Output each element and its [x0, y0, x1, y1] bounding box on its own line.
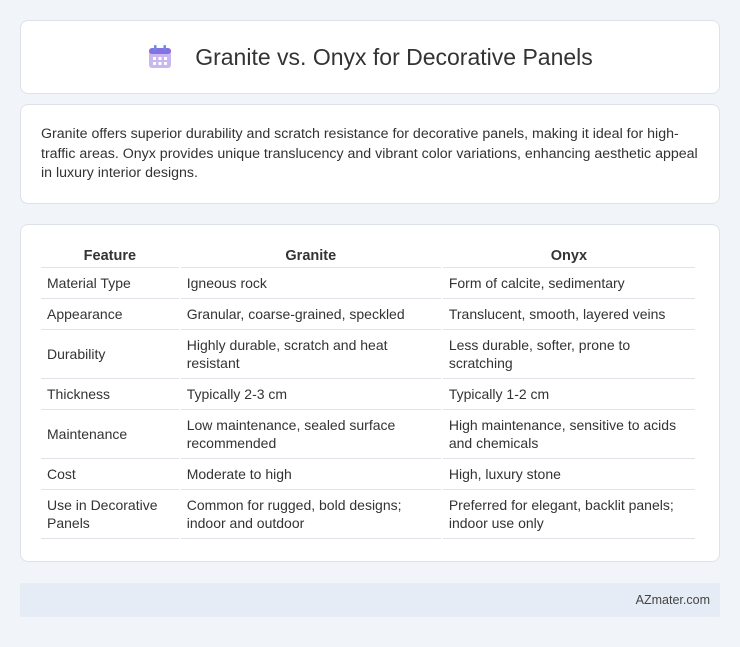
- feature-cell: Cost: [41, 459, 179, 490]
- feature-cell: Use in Decorative Panels: [41, 490, 179, 539]
- title-card: Granite vs. Onyx for Decorative Panels: [20, 20, 720, 94]
- granite-cell: Moderate to high: [180, 459, 441, 490]
- table-row: Durability Highly durable, scratch and h…: [41, 330, 695, 379]
- feature-cell: Maintenance: [41, 410, 179, 459]
- calendar-icon: [149, 45, 172, 68]
- onyx-cell: Less durable, softer, prone to scratchin…: [442, 330, 695, 379]
- feature-cell: Thickness: [41, 379, 179, 410]
- column-header: Feature: [41, 245, 179, 268]
- onyx-cell: High maintenance, sensitive to acids and…: [442, 410, 695, 459]
- column-header: Onyx: [442, 245, 695, 268]
- column-header: Granite: [180, 245, 441, 268]
- table-row: Cost Moderate to high High, luxury stone: [41, 459, 695, 490]
- table-row: Maintenance Low maintenance, sealed surf…: [41, 410, 695, 459]
- granite-cell: Common for rugged, bold designs; indoor …: [180, 490, 441, 539]
- granite-cell: Typically 2-3 cm: [180, 379, 441, 410]
- page-title: Granite vs. Onyx for Decorative Panels: [195, 43, 593, 70]
- granite-cell: Granular, coarse-grained, speckled: [180, 299, 441, 330]
- granite-cell: Low maintenance, sealed surface recommen…: [180, 410, 441, 459]
- onyx-cell: High, luxury stone: [442, 459, 695, 490]
- table-row: Material Type Igneous rock Form of calci…: [41, 268, 695, 299]
- feature-cell: Durability: [41, 330, 179, 379]
- table-header-row: Feature Granite Onyx: [41, 245, 695, 268]
- onyx-cell: Typically 1-2 cm: [442, 379, 695, 410]
- onyx-cell: Translucent, smooth, layered veins: [442, 299, 695, 330]
- footer: AZmater.com: [20, 583, 720, 617]
- onyx-cell: Form of calcite, sedimentary: [442, 268, 695, 299]
- comparison-table-card: Feature Granite Onyx Material Type Igneo…: [20, 224, 720, 562]
- onyx-cell: Preferred for elegant, backlit panels; i…: [442, 490, 695, 539]
- table-row: Thickness Typically 2-3 cm Typically 1-2…: [41, 379, 695, 410]
- table-row: Appearance Granular, coarse-grained, spe…: [41, 299, 695, 330]
- table-row: Use in Decorative Panels Common for rugg…: [41, 490, 695, 539]
- comparison-table: Feature Granite Onyx Material Type Igneo…: [39, 245, 697, 539]
- granite-cell: Highly durable, scratch and heat resista…: [180, 330, 441, 379]
- granite-cell: Igneous rock: [180, 268, 441, 299]
- summary-text: Granite offers superior durability and s…: [41, 126, 698, 181]
- summary-card: Granite offers superior durability and s…: [20, 104, 720, 204]
- footer-brand[interactable]: AZmater.com: [636, 593, 710, 607]
- feature-cell: Appearance: [41, 299, 179, 330]
- feature-cell: Material Type: [41, 268, 179, 299]
